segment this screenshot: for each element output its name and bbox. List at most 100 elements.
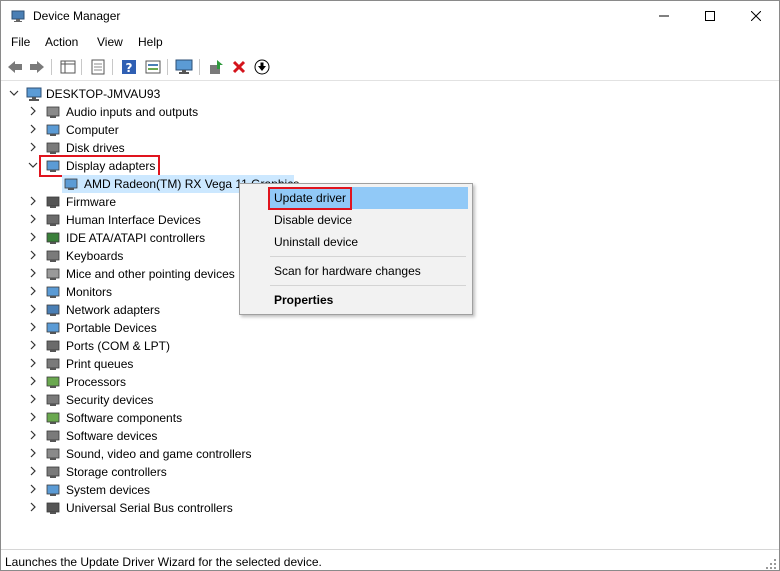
chevron-right-icon[interactable] — [28, 412, 38, 422]
category-label: Firmware — [66, 195, 116, 209]
title-bar: Device Manager — [1, 1, 779, 31]
back-button[interactable] — [6, 58, 24, 76]
storage-controller-icon — [46, 466, 60, 478]
category-label: Monitors — [66, 285, 113, 299]
chevron-right-icon[interactable] — [28, 430, 38, 440]
category-label: Mice and other pointing devices — [66, 267, 235, 281]
tree-category-row[interactable]: Universal Serial Bus controllers — [1, 499, 779, 517]
minimize-button[interactable] — [641, 1, 687, 31]
properties-button[interactable] — [89, 58, 107, 76]
chevron-right-icon[interactable] — [28, 196, 38, 206]
uninstall-icon — [232, 60, 246, 74]
context-item-properties[interactable]: Properties — [240, 289, 472, 311]
tree-category-row[interactable]: Storage controllers — [1, 463, 779, 481]
chevron-right-icon[interactable] — [28, 286, 38, 296]
category-label: Ports (COM & LPT) — [66, 339, 171, 353]
tree-category-row[interactable]: System devices — [1, 481, 779, 499]
uninstall-button[interactable] — [230, 58, 248, 76]
close-button[interactable] — [733, 1, 779, 31]
menu-action[interactable]: Action — [45, 35, 78, 49]
chevron-right-icon[interactable] — [28, 376, 38, 386]
toolbar-separator — [51, 59, 52, 75]
menu-file[interactable]: File — [11, 35, 30, 49]
help-icon: ? — [122, 60, 136, 75]
resize-grip-icon[interactable] — [765, 558, 777, 570]
chevron-right-icon[interactable] — [28, 268, 38, 278]
menu-view[interactable]: View — [97, 35, 123, 49]
context-separator — [270, 285, 466, 286]
tree-category-row[interactable]: Processors — [1, 373, 779, 391]
tree-category-row[interactable]: Software devices — [1, 427, 779, 445]
chevron-right-icon[interactable] — [28, 106, 38, 116]
chevron-right-icon[interactable] — [28, 322, 38, 332]
computer-root-icon — [26, 87, 42, 101]
context-separator — [270, 256, 466, 257]
chevron-right-icon[interactable] — [28, 124, 38, 134]
run-icon — [145, 60, 161, 74]
category-label: Print queues — [66, 357, 134, 371]
tree-category-row[interactable]: Computer — [1, 121, 779, 139]
chevron-right-icon[interactable] — [28, 304, 38, 314]
chevron-right-icon[interactable] — [28, 214, 38, 224]
show-hide-tree-button[interactable] — [59, 58, 77, 76]
category-label: Sound, video and game controllers — [66, 447, 252, 461]
status-bar: Launches the Update Driver Wizard for th… — [1, 549, 779, 570]
disable-device-label: Disable device — [274, 213, 353, 227]
annotation-highlight-display-adapters — [39, 155, 160, 177]
chevron-right-icon[interactable] — [28, 358, 38, 368]
chevron-right-icon[interactable] — [28, 466, 38, 476]
context-menu: Update driver Disable device Uninstall d… — [239, 183, 473, 315]
toolbar-separator — [167, 59, 168, 75]
tree-category-row[interactable]: Software components — [1, 409, 779, 427]
category-label: Computer — [66, 123, 119, 137]
portable-device-icon — [46, 322, 60, 334]
context-item-scan-hardware[interactable]: Scan for hardware changes — [240, 260, 472, 282]
tree-category-row[interactable]: Display adapters — [1, 155, 779, 177]
help-button[interactable]: ? — [120, 58, 138, 76]
tree-category-row[interactable]: Sound, video and game controllers — [1, 445, 779, 463]
software-component-icon — [46, 412, 60, 424]
context-item-uninstall-device[interactable]: Uninstall device — [240, 231, 472, 253]
chevron-right-icon[interactable] — [28, 250, 38, 260]
port-icon — [46, 340, 60, 352]
chevron-right-icon[interactable] — [28, 448, 38, 458]
menu-help[interactable]: Help — [138, 35, 163, 49]
maximize-button[interactable] — [687, 1, 733, 31]
properties-label: Properties — [274, 293, 334, 307]
chevron-right-icon[interactable] — [28, 232, 38, 242]
forward-button[interactable] — [28, 58, 46, 76]
category-label: Security devices — [66, 393, 154, 407]
update-driver-icon — [210, 60, 223, 74]
software-device-icon — [46, 430, 60, 442]
chevron-right-icon[interactable] — [28, 484, 38, 494]
download-icon — [254, 59, 270, 75]
chevron-right-icon[interactable] — [28, 502, 38, 512]
chevron-right-icon[interactable] — [28, 340, 38, 350]
tree-category-row[interactable]: Portable Devices — [1, 319, 779, 337]
chevron-right-icon[interactable] — [28, 142, 38, 152]
update-driver-button[interactable] — [207, 58, 225, 76]
category-label: Software components — [66, 411, 183, 425]
download-button[interactable] — [253, 58, 271, 76]
device-manager-window: Device Manager File Action View Help ? D… — [0, 0, 780, 571]
chevron-right-icon[interactable] — [28, 394, 38, 404]
close-icon — [751, 11, 761, 21]
monitor-button[interactable] — [175, 58, 193, 76]
tree-category-row[interactable]: Security devices — [1, 391, 779, 409]
run-button[interactable] — [144, 58, 162, 76]
context-item-disable-device[interactable]: Disable device — [240, 209, 472, 231]
hid-icon — [46, 214, 60, 226]
svg-text:?: ? — [126, 61, 133, 75]
properties-icon — [91, 59, 105, 75]
network-adapter-icon — [46, 304, 60, 316]
category-label: Storage controllers — [66, 465, 167, 479]
mouse-icon — [46, 268, 60, 280]
tree-category-row[interactable]: Ports (COM & LPT) — [1, 337, 779, 355]
chevron-down-icon[interactable] — [28, 160, 38, 170]
status-text: Launches the Update Driver Wizard for th… — [5, 555, 322, 569]
tree-category-row[interactable]: Print queues — [1, 355, 779, 373]
tree-category-row[interactable]: Audio inputs and outputs — [1, 103, 779, 121]
show-hide-tree-icon — [60, 60, 76, 74]
tree-root[interactable]: DESKTOP-JMVAU93 — [1, 85, 779, 103]
chevron-down-icon[interactable] — [9, 88, 19, 98]
